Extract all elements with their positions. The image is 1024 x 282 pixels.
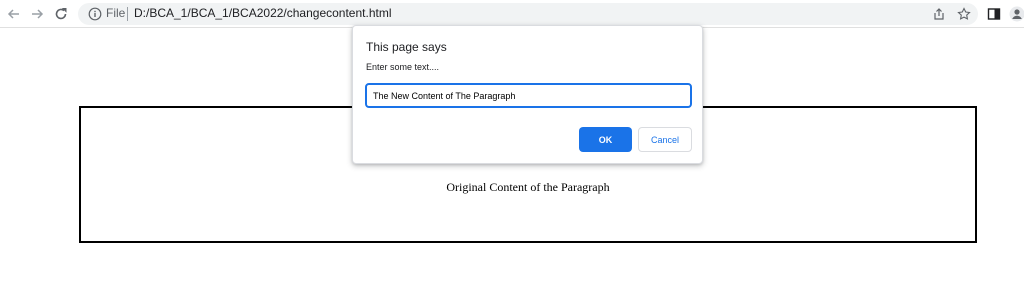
reload-button[interactable] <box>51 4 71 24</box>
ok-button[interactable]: OK <box>579 127 632 152</box>
star-icon[interactable] <box>955 5 973 23</box>
profile-icon[interactable] <box>1008 5 1024 23</box>
prompt-input[interactable] <box>365 83 692 108</box>
cancel-button[interactable]: Cancel <box>638 127 692 152</box>
forward-button[interactable] <box>27 4 47 24</box>
side-panel-icon[interactable] <box>985 5 1003 23</box>
info-circle-icon[interactable] <box>88 7 102 21</box>
share-icon[interactable] <box>930 5 948 23</box>
arrow-left-icon <box>7 9 19 19</box>
back-button[interactable] <box>4 4 24 24</box>
arrow-right-icon <box>32 9 44 19</box>
browser-toolbar: File D:/BCA_1/BCA_1/BCA2022/changeconten… <box>0 0 1024 28</box>
url-text[interactable]: D:/BCA_1/BCA_1/BCA2022/changecontent.htm… <box>134 6 391 20</box>
address-separator <box>127 7 128 21</box>
file-scheme-label: File <box>106 6 126 20</box>
prompt-dialog: This page says Enter some text.... OK Ca… <box>352 25 703 164</box>
dialog-message: Enter some text.... <box>366 62 440 72</box>
paragraph-text: Original Content of the Paragraph <box>446 180 610 194</box>
reload-icon <box>55 8 67 20</box>
dialog-title: This page says <box>366 40 447 54</box>
